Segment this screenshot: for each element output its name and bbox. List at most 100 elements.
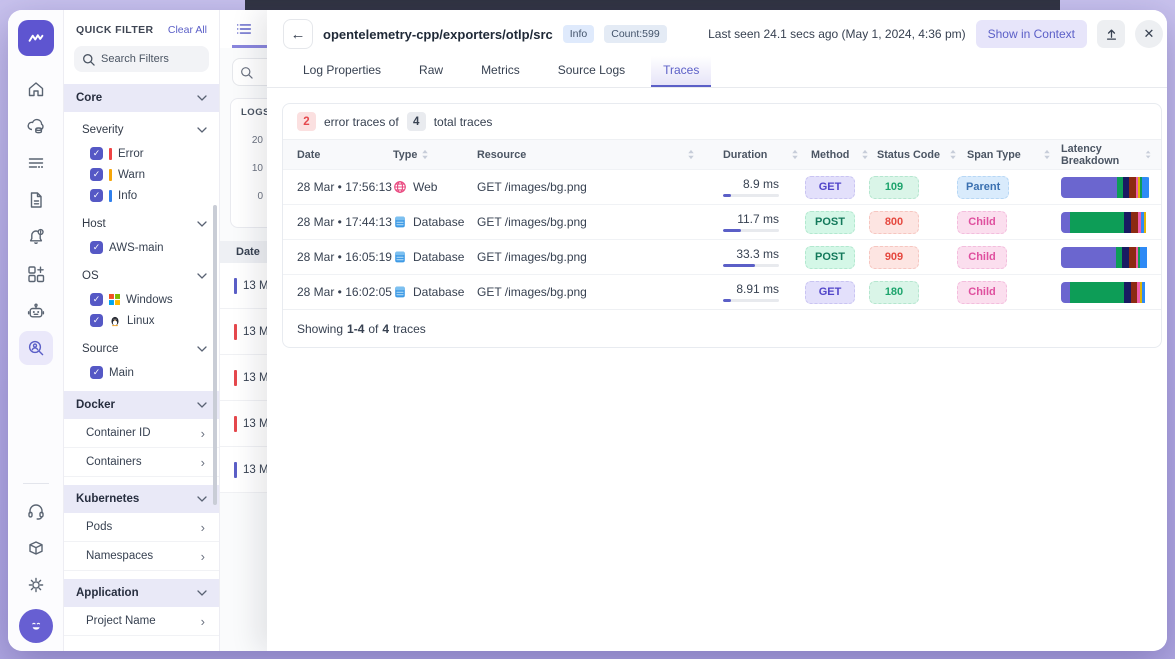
trace-resource: GET /images/bg.png — [477, 180, 587, 194]
log-list-item[interactable]: 13 M — [220, 401, 267, 447]
sidebar-item-alerts[interactable] — [19, 220, 53, 254]
sidebar-item-integrations[interactable] — [19, 531, 53, 565]
log-list-item[interactable]: 13 M — [220, 263, 267, 309]
filter-link-container-id[interactable]: Container ID › — [64, 419, 219, 448]
filter-sub-host[interactable]: Host — [64, 211, 219, 237]
sidebar-item-support[interactable] — [19, 494, 53, 528]
brand-logo[interactable] — [17, 20, 54, 56]
duration-fill — [723, 229, 742, 232]
column-header-date: Date — [297, 148, 321, 161]
latency-breakdown-bar — [1061, 176, 1151, 198]
sidebar-item-dashboards[interactable] — [19, 257, 53, 291]
filter-group-kubernetes[interactable]: Kubernetes — [64, 485, 219, 513]
web-globe-icon — [394, 181, 406, 193]
filter-sub-os[interactable]: OS — [64, 263, 219, 289]
filter-link-project-name[interactable]: Project Name › — [64, 607, 219, 636]
checkbox-checked[interactable]: ✓ — [90, 366, 103, 379]
table-row[interactable]: 28 Mar • 17:56:13 Web GET /images/bg.png… — [283, 169, 1161, 204]
sidebar-item-session-explorer[interactable] — [18, 331, 53, 365]
quick-filter-panel: QUICK FILTER Clear All Core Severity ✓ E… — [64, 10, 220, 651]
filter-option-info[interactable]: ✓ Info — [64, 185, 219, 206]
trace-duration: 8.9 ms — [709, 177, 805, 197]
filter-group-docker[interactable]: Docker — [64, 391, 219, 419]
logs-list-panel: LOGS 20 10 0 Date 13 M 13 M 13 M 13 M 13… — [220, 10, 267, 651]
sidebar-item-reports[interactable] — [19, 183, 53, 217]
sort-icon[interactable] — [949, 149, 957, 160]
logs-search-box[interactable] — [232, 58, 267, 86]
method-badge: POST — [805, 210, 855, 234]
method-badge: GET — [805, 175, 855, 199]
checkbox-checked[interactable]: ✓ — [90, 293, 103, 306]
sort-icon[interactable] — [1043, 149, 1051, 160]
sort-icon[interactable] — [1145, 149, 1151, 160]
filter-link-containers[interactable]: Containers › — [64, 448, 219, 477]
filter-option-windows[interactable]: ✓ Windows — [64, 289, 219, 310]
checkbox-checked[interactable]: ✓ — [90, 241, 103, 254]
tab-traces[interactable]: Traces — [651, 56, 712, 87]
tab-metrics[interactable]: Metrics — [469, 56, 532, 87]
sidebar-item-ai-bot[interactable] — [19, 294, 53, 328]
back-button[interactable]: ← — [283, 19, 313, 49]
filter-link-pods[interactable]: Pods › — [64, 513, 219, 542]
traces-summary: 2 error traces of 4 total traces — [283, 104, 1161, 140]
checkbox-checked[interactable]: ✓ — [90, 168, 103, 181]
filter-group-core[interactable]: Core — [64, 84, 219, 112]
checkbox-checked[interactable]: ✓ — [90, 147, 103, 160]
log-detail-overlay: ← opentelemetry-cpp/exporters/otlp/src I… — [267, 10, 1167, 651]
log-list-item[interactable]: 13 M — [220, 309, 267, 355]
filter-option-warn[interactable]: ✓ Warn — [64, 164, 219, 185]
sidebar-item-logs[interactable] — [19, 146, 53, 180]
sort-icon[interactable] — [861, 149, 869, 160]
filter-link-namespaces[interactable]: Namespaces › — [64, 542, 219, 571]
severity-bar — [234, 323, 237, 340]
tab-raw[interactable]: Raw — [407, 56, 455, 87]
clear-all-link[interactable]: Clear All — [168, 24, 207, 36]
filter-option-aws-main[interactable]: ✓ AWS-main — [64, 237, 219, 258]
list-view-icon[interactable] — [235, 20, 253, 38]
filter-option-linux[interactable]: ✓ Linux — [64, 310, 219, 331]
table-row[interactable]: 28 Mar • 17:44:13 Database GET /images/b… — [283, 204, 1161, 239]
checkbox-checked[interactable]: ✓ — [90, 314, 103, 327]
sort-icon[interactable] — [791, 149, 799, 160]
export-button[interactable] — [1097, 20, 1125, 48]
filter-search-box[interactable] — [74, 46, 209, 72]
span-type-badge: Child — [957, 245, 1007, 269]
latency-segment — [1061, 246, 1116, 268]
chevron-right-icon: › — [200, 454, 205, 470]
filter-sub-source[interactable]: Source — [64, 336, 219, 362]
filter-option-main[interactable]: ✓ Main — [64, 362, 219, 383]
sidebar-item-infrastructure[interactable] — [19, 109, 53, 143]
checkbox-checked[interactable]: ✓ — [90, 189, 103, 202]
filter-group-application[interactable]: Application — [64, 579, 219, 607]
user-avatar[interactable] — [18, 609, 53, 643]
filter-option-error[interactable]: ✓ Error — [64, 143, 219, 164]
sidebar-item-home[interactable] — [19, 72, 53, 106]
trace-type: Database — [393, 285, 477, 299]
log-list-item[interactable]: 13 M — [220, 355, 267, 401]
chevron-down-icon — [197, 590, 207, 596]
table-row[interactable]: 28 Mar • 16:02:05 Database GET /images/b… — [283, 274, 1161, 309]
total-count-chip: 4 — [406, 112, 426, 131]
document-icon — [30, 192, 42, 208]
column-header-type: Type — [393, 149, 477, 161]
close-button[interactable]: ✕ — [1135, 20, 1163, 48]
severity-bar — [234, 369, 237, 386]
span-type-badge: Child — [957, 210, 1007, 234]
sort-icon[interactable] — [421, 149, 429, 160]
log-list-item[interactable]: 13 M — [220, 447, 267, 493]
severity-color-bar — [109, 189, 112, 202]
sidebar-item-settings[interactable] — [19, 568, 53, 602]
tab-log-properties[interactable]: Log Properties — [291, 56, 393, 87]
filter-scrollbar[interactable] — [213, 205, 217, 505]
tab-source-logs[interactable]: Source Logs — [546, 56, 637, 87]
info-badge: Info — [562, 25, 595, 43]
table-row[interactable]: 28 Mar • 16:05:19 Database GET /images/b… — [283, 239, 1161, 274]
icon-rail — [8, 10, 64, 651]
cloud-icon — [27, 118, 44, 134]
gear-icon — [28, 577, 43, 593]
show-in-context-button[interactable]: Show in Context — [975, 20, 1087, 48]
filter-sub-severity[interactable]: Severity — [64, 117, 219, 143]
sort-icon[interactable] — [687, 149, 695, 160]
count-badge: Count:599 — [604, 25, 667, 43]
filter-search-input[interactable] — [101, 53, 201, 65]
